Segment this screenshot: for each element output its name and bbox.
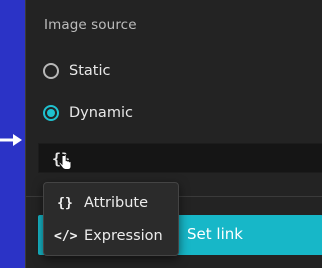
dynamic-label: Dynamic	[69, 105, 133, 121]
menu-item-label: Expression	[84, 228, 163, 244]
code-icon: </>	[54, 228, 78, 244]
insert-menu: {} Attribute </> Expression	[43, 182, 179, 256]
arrow-right-icon	[0, 134, 22, 146]
braces-icon: {}	[57, 195, 73, 211]
dynamic-radio-option[interactable]: Dynamic	[43, 103, 133, 123]
static-label: Static	[69, 63, 111, 79]
screen: Image source Static Dynamic {} Set link …	[0, 0, 322, 268]
menu-item-label: Attribute	[84, 195, 149, 211]
section-title: Image source	[44, 17, 137, 33]
static-radio-option[interactable]: Static	[43, 61, 110, 81]
hand-cursor-icon	[58, 154, 72, 170]
radio-unchecked-icon[interactable]	[43, 63, 59, 79]
set-link-label: Set link	[187, 225, 243, 243]
menu-item-expression[interactable]: </> Expression	[54, 224, 163, 248]
menu-item-attribute[interactable]: {} Attribute	[54, 191, 148, 215]
radio-checked-icon[interactable]	[43, 105, 59, 121]
dynamic-source-field[interactable]: {}	[38, 143, 322, 173]
